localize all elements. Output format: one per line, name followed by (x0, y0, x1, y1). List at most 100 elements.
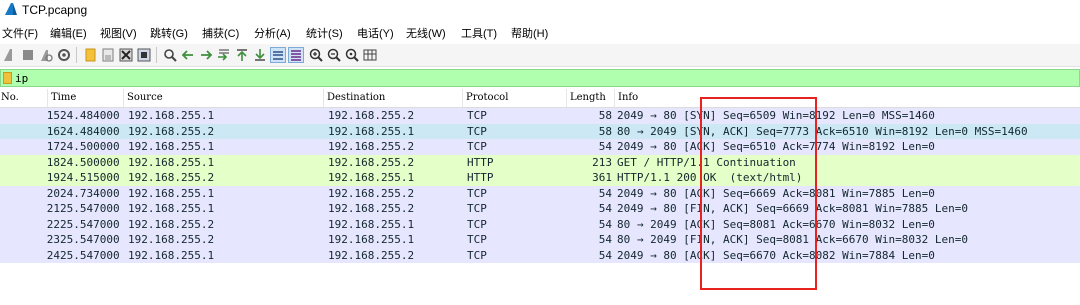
cell-destination: 192.168.255.2 (328, 202, 415, 215)
cell-info: 2049 → 80 [SYN] Seq=6509 Win=8192 Len=0 … (617, 109, 935, 122)
cell-source: 192.168.255.1 (128, 202, 215, 215)
column-header-time[interactable]: Time (47, 89, 123, 107)
menu-go[interactable]: 跳转(G) (150, 25, 188, 41)
stop-capture-icon[interactable] (20, 47, 36, 63)
zoom-out-icon[interactable] (326, 47, 342, 63)
cell-source: 192.168.255.1 (128, 109, 215, 122)
cell-time: 24.500000 (60, 155, 120, 169)
cell-info: HTTP/1.1 200 OK (text/html) (617, 171, 803, 184)
cell-no: 21 (46, 202, 60, 215)
cell-source: 192.168.255.2 (128, 233, 215, 246)
column-header-protocol[interactable]: Protocol (462, 89, 566, 107)
main-toolbar (0, 44, 1080, 67)
menu-tools[interactable]: 工具(T) (461, 25, 497, 41)
menu-analyze[interactable]: 分析(A) (254, 25, 291, 41)
resize-columns-icon[interactable] (362, 47, 378, 63)
cell-protocol: TCP (467, 186, 487, 200)
table-row[interactable]: 23 25.547000 192.168.255.2 192.168.255.1 TCP… (0, 232, 1080, 248)
table-row[interactable]: 16 24.484000 192.168.255.2 192.168.255.1 TCP… (0, 123, 1080, 139)
cell-info: 2049 → 80 [FIN, ACK] Seq=6669 Ack=8081 W… (617, 202, 968, 215)
cell-no: 17 (46, 140, 60, 153)
column-header-no[interactable]: No. (0, 89, 47, 107)
window-title: TCP.pcapng (22, 3, 88, 17)
cell-source: 192.168.255.1 (128, 140, 215, 153)
cell-no: 23 (46, 233, 60, 246)
table-row[interactable]: 15 24.484000 192.168.255.1 192.168.255.2 TCP… (0, 108, 1080, 124)
cell-no: 15 (46, 109, 60, 122)
table-row[interactable]: 22 25.547000 192.168.255.2 192.168.255.1 TCP… (0, 216, 1080, 232)
close-file-icon[interactable] (118, 47, 134, 63)
display-filter-input[interactable] (15, 71, 1015, 85)
column-header-length[interactable]: Length (566, 89, 614, 107)
cell-time: 25.547000 (60, 202, 120, 215)
go-back-icon[interactable] (180, 47, 196, 63)
menu-edit[interactable]: 编辑(E) (50, 25, 87, 41)
table-row[interactable]: 20 24.734000 192.168.255.1 192.168.255.2 TCP… (0, 185, 1080, 201)
menu-bar: 文件(F) 编辑(E) 视图(V) 跳转(G) 捕获(C) 分析(A) 统计(S… (0, 22, 1080, 42)
table-row[interactable]: 21 25.547000 192.168.255.1 192.168.255.2 TCP… (0, 201, 1080, 217)
toolbar-separator (156, 47, 157, 63)
cell-info: 80 → 2049 [ACK] Seq=8081 Ack=6670 Win=80… (617, 217, 935, 231)
cell-length: 54 (598, 233, 612, 246)
cell-protocol: TCP (467, 233, 487, 246)
cell-protocol: TCP (467, 109, 487, 122)
menu-statistics[interactable]: 统计(S) (306, 25, 343, 41)
go-first-icon[interactable] (234, 47, 250, 63)
table-row[interactable]: 18 24.500000 192.168.255.1 192.168.255.2 HTT… (0, 154, 1080, 170)
table-row[interactable]: 17 24.500000 192.168.255.1 192.168.255.2 TCP… (0, 139, 1080, 155)
cell-source: 192.168.255.2 (128, 124, 215, 138)
table-row[interactable]: 24 25.547000 192.168.255.1 192.168.255.2 TCP… (0, 247, 1080, 263)
capture-options-icon[interactable] (56, 47, 72, 63)
menu-telephony[interactable]: 电话(Y) (357, 25, 394, 41)
menu-help[interactable]: 帮助(H) (511, 25, 548, 41)
cell-protocol: TCP (467, 248, 487, 262)
cell-no: 16 (46, 124, 60, 138)
go-last-icon[interactable] (252, 47, 268, 63)
cell-source: 192.168.255.2 (128, 217, 215, 231)
menu-file[interactable]: 文件(F) (2, 25, 38, 41)
zoom-reset-icon[interactable] (344, 47, 360, 63)
cell-time: 24.484000 (60, 124, 120, 138)
cell-length: 361 (592, 171, 612, 184)
table-row[interactable]: 19 24.515000 192.168.255.2 192.168.255.1 HTT… (0, 170, 1080, 186)
cell-destination: 192.168.255.1 (328, 233, 415, 246)
cell-protocol: TCP (467, 124, 487, 138)
autoscroll-icon[interactable] (270, 47, 286, 63)
cell-protocol: TCP (467, 202, 487, 215)
cell-time: 25.547000 (60, 248, 120, 262)
start-capture-icon[interactable] (2, 47, 18, 63)
column-header-destination[interactable]: Destination (323, 89, 462, 107)
menu-view[interactable]: 视图(V) (100, 25, 137, 41)
menu-capture[interactable]: 捕获(C) (202, 25, 239, 41)
cell-destination: 192.168.255.1 (328, 124, 415, 138)
column-header-source[interactable]: Source (123, 89, 323, 107)
cell-no: 22 (46, 217, 60, 231)
open-file-icon[interactable] (82, 47, 98, 63)
menu-wireless[interactable]: 无线(W) (406, 25, 446, 41)
cell-length: 58 (598, 124, 612, 138)
cell-length: 54 (598, 202, 612, 215)
find-packet-icon[interactable] (162, 47, 178, 63)
save-file-icon[interactable] (100, 47, 116, 63)
cell-time: 25.547000 (60, 217, 120, 231)
cell-length: 54 (598, 186, 612, 200)
reload-file-icon[interactable] (136, 47, 152, 63)
column-header-info[interactable]: Info (614, 89, 1080, 107)
bookmark-icon[interactable] (3, 72, 12, 84)
cell-time: 24.500000 (60, 140, 120, 153)
cell-time: 24.484000 (60, 109, 120, 122)
go-to-packet-icon[interactable] (216, 47, 232, 63)
zoom-in-icon[interactable] (308, 47, 324, 63)
restart-capture-icon[interactable] (38, 47, 54, 63)
wireshark-fin-icon (5, 3, 17, 15)
go-forward-icon[interactable] (198, 47, 214, 63)
title-bar: TCP.pcapng (0, 0, 1080, 20)
colorize-icon[interactable] (288, 47, 304, 63)
cell-length: 54 (598, 248, 612, 262)
cell-no: 18 (46, 155, 60, 169)
cell-protocol: HTTP (467, 171, 494, 184)
packet-list-header: No. Time Source Destination Protocol Len… (0, 89, 1080, 108)
cell-time: 25.547000 (60, 233, 120, 246)
cell-info: 2049 → 80 [ACK] Seq=6670 Ack=8082 Win=78… (617, 248, 935, 262)
cell-length: 213 (592, 155, 612, 169)
